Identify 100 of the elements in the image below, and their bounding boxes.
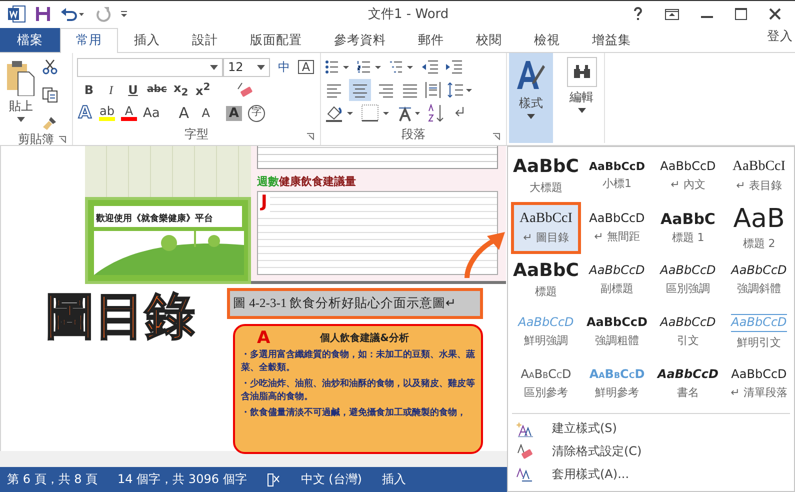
format-button[interactable]: B (81, 84, 97, 96)
ribbon-display-icon[interactable] (665, 8, 679, 20)
sign-in-link[interactable]: 登入 (767, 28, 795, 45)
style-item[interactable]: AaBbCcD 強調粗體 (582, 306, 652, 358)
text-effects-button[interactable]: A (77, 104, 93, 122)
menu-item[interactable]: 建立樣式(S) (512, 417, 790, 440)
format-painter-icon[interactable] (42, 114, 58, 131)
proofing-icon[interactable] (266, 472, 281, 487)
format-button[interactable]: x$_{2}$ (172, 82, 189, 98)
group-label: 段落 (402, 126, 426, 144)
style-item[interactable]: AaBbCcD ↵ 無間距 (582, 202, 652, 254)
style-item[interactable]: AaBbCcD ↵ 內文 (653, 150, 723, 202)
dialog-launcher-icon[interactable] (493, 132, 500, 140)
caret-icon (17, 116, 25, 122)
clipboard-icon (6, 60, 36, 96)
style-item[interactable]: AaBbCcD ↵ 清單段落 (724, 358, 794, 410)
editing-button[interactable]: 編輯 (559, 52, 605, 143)
undo-icon[interactable] (60, 6, 86, 22)
dialog-launcher-icon[interactable] (59, 136, 66, 143)
group-label: 剪貼簿 (18, 130, 54, 148)
change-case-button[interactable]: Aa (143, 106, 160, 120)
decrease-indent-icon[interactable] (421, 60, 439, 74)
ribbon-tab[interactable]: 插入 (118, 28, 176, 52)
advice-title: 個人飲食建議&分析 (320, 331, 409, 345)
style-item[interactable]: AaBbCcD 強調斜體 (724, 254, 794, 306)
dialog-launcher-icon[interactable] (307, 132, 314, 140)
multilevel-list-icon[interactable] (389, 60, 415, 74)
format-button[interactable]: x$^{2}$ (194, 83, 211, 98)
styles-button[interactable]: 樣式 (509, 52, 553, 143)
style-item[interactable]: AaBbCcI ↵ 圖目錄 (511, 202, 581, 254)
style-item[interactable]: AaBbCcD 鮮明參考 (582, 358, 652, 410)
highlight-color-button[interactable]: ab (99, 105, 115, 122)
numbering-icon[interactable] (357, 60, 383, 74)
bullets-icon[interactable] (325, 60, 351, 74)
line-spacing-icon[interactable] (447, 82, 473, 98)
ribbon-tab[interactable]: 設計 (176, 28, 234, 52)
ribbon-tab[interactable]: 常用 (60, 28, 118, 53)
phonetic-guide-button[interactable]: 中 (276, 61, 292, 74)
align-center-icon[interactable] (349, 79, 371, 102)
word-logo-icon (8, 5, 26, 24)
distributed-icon[interactable] (425, 81, 441, 100)
style-item[interactable]: AaBbCcD 引文 (653, 306, 723, 358)
font-color-button[interactable]: A (121, 105, 137, 122)
window-title: 文件1 - Word (368, 6, 449, 24)
style-item[interactable]: AaBbC 標題 1 (653, 202, 723, 254)
style-item[interactable]: AaBbCcD 副標題 (582, 254, 652, 306)
ribbon-tab[interactable]: 增益集 (576, 28, 647, 52)
maximize-icon[interactable] (735, 8, 747, 20)
style-item[interactable]: AaB 標題 2 (724, 202, 794, 254)
sort-icon[interactable] (427, 104, 445, 122)
format-button[interactable]: U (125, 84, 141, 96)
style-item[interactable]: AaBbCcD 鮮明強調 (511, 306, 581, 358)
enclose-characters-button[interactable]: 字 (248, 104, 265, 122)
caret-icon[interactable] (210, 64, 218, 70)
ribbon-tab[interactable]: 版面配置 (234, 28, 318, 52)
caret-icon (578, 108, 586, 113)
grow-font-button[interactable]: A (176, 106, 192, 121)
menu-item[interactable]: 套用樣式(A)... (512, 463, 790, 486)
eraser-icon (516, 444, 534, 460)
font-size-field[interactable]: 12 (223, 58, 270, 77)
ribbon-tab[interactable]: 郵件 (402, 28, 460, 52)
customize-caret-icon[interactable] (120, 10, 128, 18)
caret-icon[interactable] (257, 64, 265, 70)
format-button[interactable]: abc (147, 85, 167, 96)
shading-icon[interactable] (325, 104, 355, 122)
style-item[interactable]: AaBbCcD 區別參考 (511, 358, 581, 410)
style-item[interactable]: AaBbC 大標題 (511, 150, 581, 202)
advice-letter: A (257, 328, 270, 348)
ribbon-tab[interactable]: 檢視 (518, 28, 576, 52)
increase-indent-icon[interactable] (445, 60, 463, 74)
style-item[interactable]: AaBbCcD 小標1 (582, 150, 652, 202)
language-indicator[interactable]: 中文 (台灣) (300, 471, 362, 488)
style-item[interactable]: AaBbCcD 區別強調 (653, 254, 723, 306)
asian-layout-icon[interactable] (397, 104, 421, 122)
figure-caption: 圖 4-2-3-1 飲食分析好貼心介面示意圖↵ (227, 288, 483, 319)
ribbon-tab[interactable]: 校閱 (460, 28, 518, 52)
shrink-font-button[interactable]: A (198, 107, 214, 120)
page-count[interactable]: 第 6 頁，共 8 頁 (7, 471, 98, 488)
borders-icon[interactable] (361, 104, 391, 122)
clear-formatting-icon[interactable] (234, 81, 253, 100)
copy-icon[interactable] (42, 86, 58, 103)
menu-item[interactable]: 清除格式設定(C) (512, 440, 790, 463)
panel-heading-prefix: 週數 (257, 174, 279, 188)
character-shading-button[interactable]: A (226, 106, 242, 121)
style-item[interactable]: AaBbCcD 鮮明引文 (724, 306, 794, 358)
word-count[interactable]: 14 個字，共 3096 個字 (118, 471, 247, 488)
style-item[interactable]: AaBbC 標題 (511, 254, 581, 306)
style-item[interactable]: AaBbCcI ↵ 表目錄 (724, 150, 794, 202)
file-tab[interactable]: 檔案 (0, 28, 60, 52)
scissors-icon[interactable] (42, 58, 58, 75)
paste-button[interactable]: 貼上 (4, 56, 38, 131)
close-icon[interactable] (769, 8, 781, 20)
ribbon-tab[interactable]: 參考資料 (318, 28, 402, 52)
panel-letter: J (258, 192, 270, 212)
help-icon[interactable] (633, 7, 643, 22)
style-item[interactable]: AaBbCcD 書名 (653, 358, 723, 410)
character-border-button[interactable]: A (298, 60, 314, 74)
insert-mode[interactable]: 插入 (382, 471, 406, 488)
format-button[interactable]: I (103, 84, 119, 96)
font-name-field[interactable] (77, 58, 223, 77)
